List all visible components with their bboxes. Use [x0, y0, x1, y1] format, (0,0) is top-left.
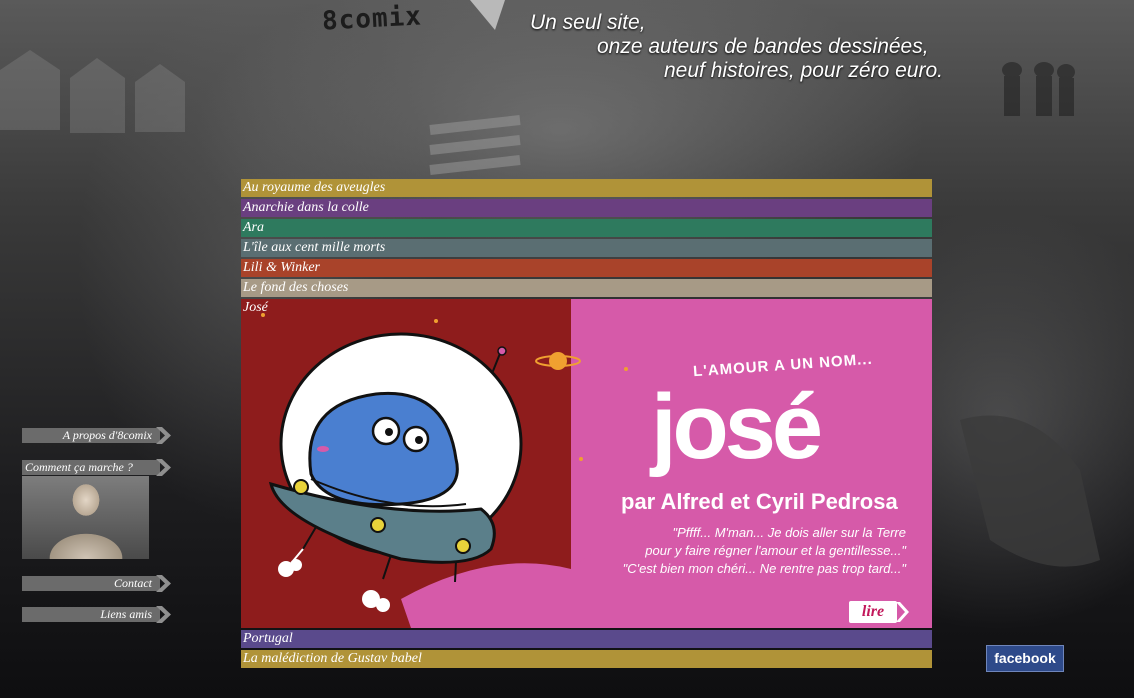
- author-photo: [22, 476, 149, 559]
- menu-item-lili-winker[interactable]: Lili & Winker: [241, 259, 932, 277]
- menu-item-ile-aux-cent-mille-morts[interactable]: L'île aux cent mille morts: [241, 239, 932, 257]
- ufo-alien-illustration: [261, 313, 661, 628]
- menu-item-le-fond-des-choses[interactable]: Le fond des choses: [241, 279, 932, 297]
- menu-item-malediction-gustav-babel[interactable]: La malédiction de Gustav babel: [241, 650, 932, 668]
- facebook-button[interactable]: facebook: [986, 645, 1064, 672]
- friend-links-button[interactable]: Liens amis: [22, 607, 160, 622]
- menu-item-jose-label: José: [243, 300, 268, 315]
- about-button[interactable]: A propos d'8comix: [22, 428, 160, 443]
- tagline-line-1: Un seul site,: [530, 11, 646, 34]
- comics-accordion-menu: Au royaume des aveugles Anarchie dans la…: [241, 179, 932, 670]
- panel-quote: "Pffff... M'man... Je dois aller sur la …: [623, 524, 906, 578]
- chevron-right-icon[interactable]: [155, 427, 173, 444]
- menu-item-au-royaume-des-aveugles[interactable]: Au royaume des aveugles: [241, 179, 932, 197]
- quote-line-1: "Pffff... M'man... Je dois aller sur la …: [672, 525, 906, 540]
- chevron-right-icon[interactable]: [155, 459, 173, 476]
- tagline-line-3: neuf histoires, pour zéro euro.: [664, 59, 943, 82]
- quote-line-2: pour y faire régner l'amour et la gentil…: [645, 543, 906, 558]
- menu-item-jose-panel[interactable]: José L'AMOUR A UN NOM... josé par Alfred…: [241, 299, 932, 628]
- chevron-right-icon[interactable]: [895, 601, 909, 623]
- quote-line-3: "C'est bien mon chéri... Ne rentre pas t…: [622, 561, 906, 576]
- chevron-right-icon[interactable]: [155, 606, 173, 623]
- panel-comic-title: josé: [651, 376, 823, 478]
- menu-item-anarchie-dans-la-colle[interactable]: Anarchie dans la colle: [241, 199, 932, 217]
- contact-button[interactable]: Contact: [22, 576, 160, 591]
- tagline-line-2: onze auteurs de bandes dessinées,: [597, 35, 929, 58]
- chevron-right-icon[interactable]: [155, 575, 173, 592]
- site-logo[interactable]: 8comix: [321, 1, 422, 36]
- panel-byline: par Alfred et Cyril Pedrosa: [621, 489, 898, 514]
- menu-item-ara[interactable]: Ara: [241, 219, 932, 237]
- read-button[interactable]: lire: [849, 601, 897, 623]
- how-it-works-button[interactable]: Comment ça marche ?: [22, 460, 160, 475]
- menu-item-portugal[interactable]: Portugal: [241, 630, 932, 648]
